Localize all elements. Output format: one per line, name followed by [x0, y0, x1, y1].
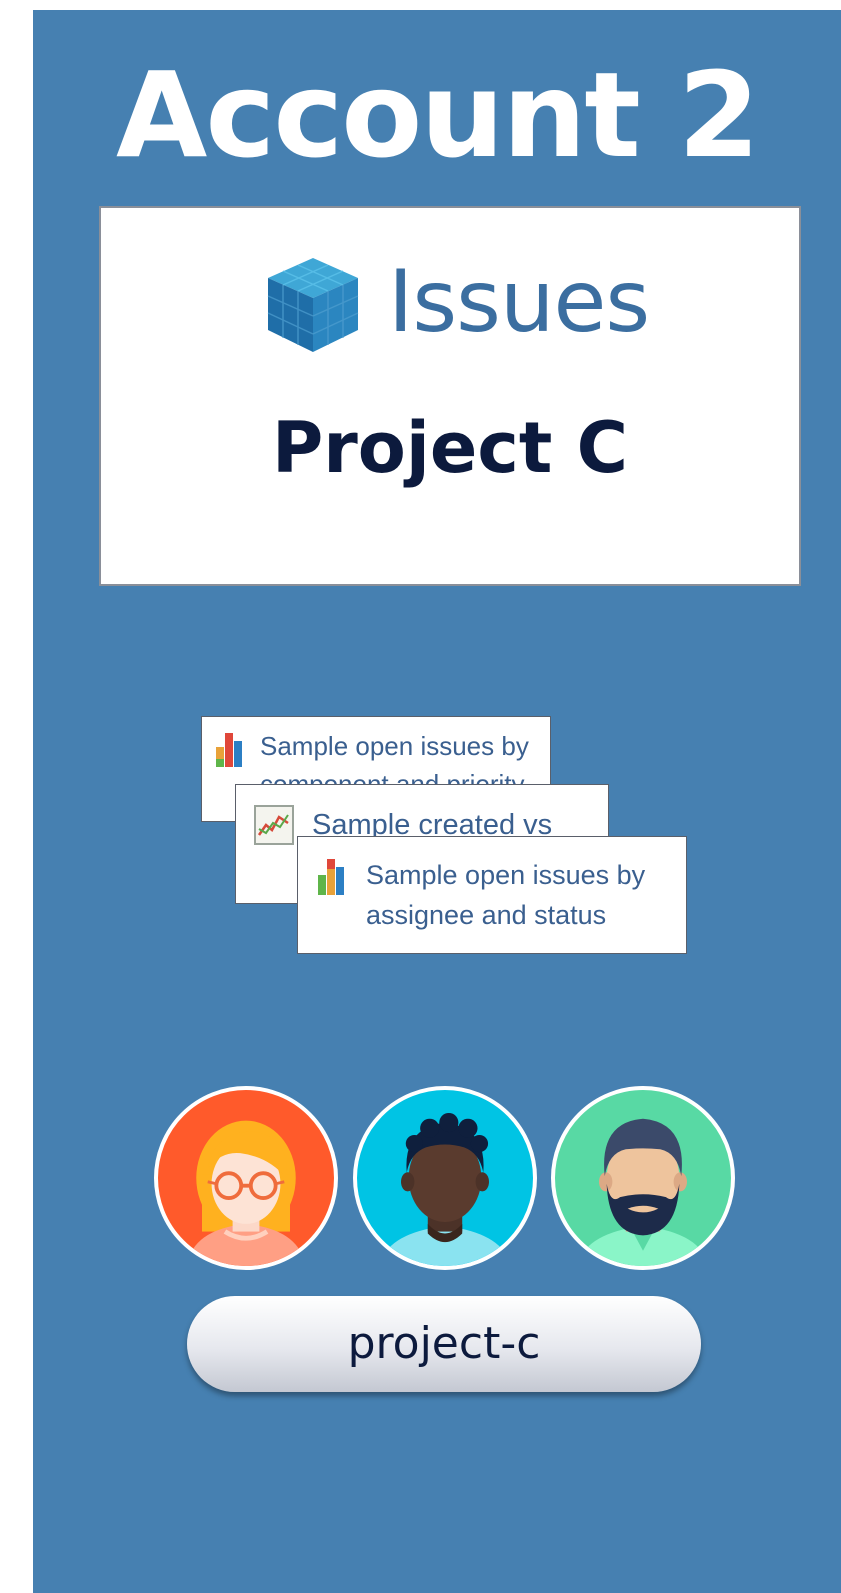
cube-icon	[258, 250, 368, 360]
repo-button[interactable]: project-c	[187, 1296, 701, 1392]
avatar[interactable]	[353, 1086, 537, 1270]
issues-logo-text: Issues	[388, 252, 650, 352]
avatar-man-icon	[379, 1112, 511, 1266]
avatar[interactable]	[551, 1086, 735, 1270]
account-panel: Account 2 Issues Project C Sample open i…	[33, 10, 841, 1593]
bar-chart-icon	[314, 857, 354, 897]
avatar-bearded-man-icon	[577, 1118, 709, 1266]
line-chart-icon	[254, 805, 294, 845]
project-name: Project C	[271, 407, 629, 489]
gadget-label: Sample open issues by assignee and statu…	[366, 860, 646, 930]
account-title: Account 2	[116, 46, 760, 184]
bar-chart-icon	[212, 729, 252, 769]
avatar-woman-glasses-icon	[186, 1120, 306, 1266]
avatar[interactable]	[154, 1086, 338, 1270]
project-card[interactable]: Issues Project C	[99, 206, 801, 586]
issues-logo: Issues	[238, 238, 658, 368]
gadget-card[interactable]: Sample open issues by assignee and statu…	[297, 836, 687, 954]
